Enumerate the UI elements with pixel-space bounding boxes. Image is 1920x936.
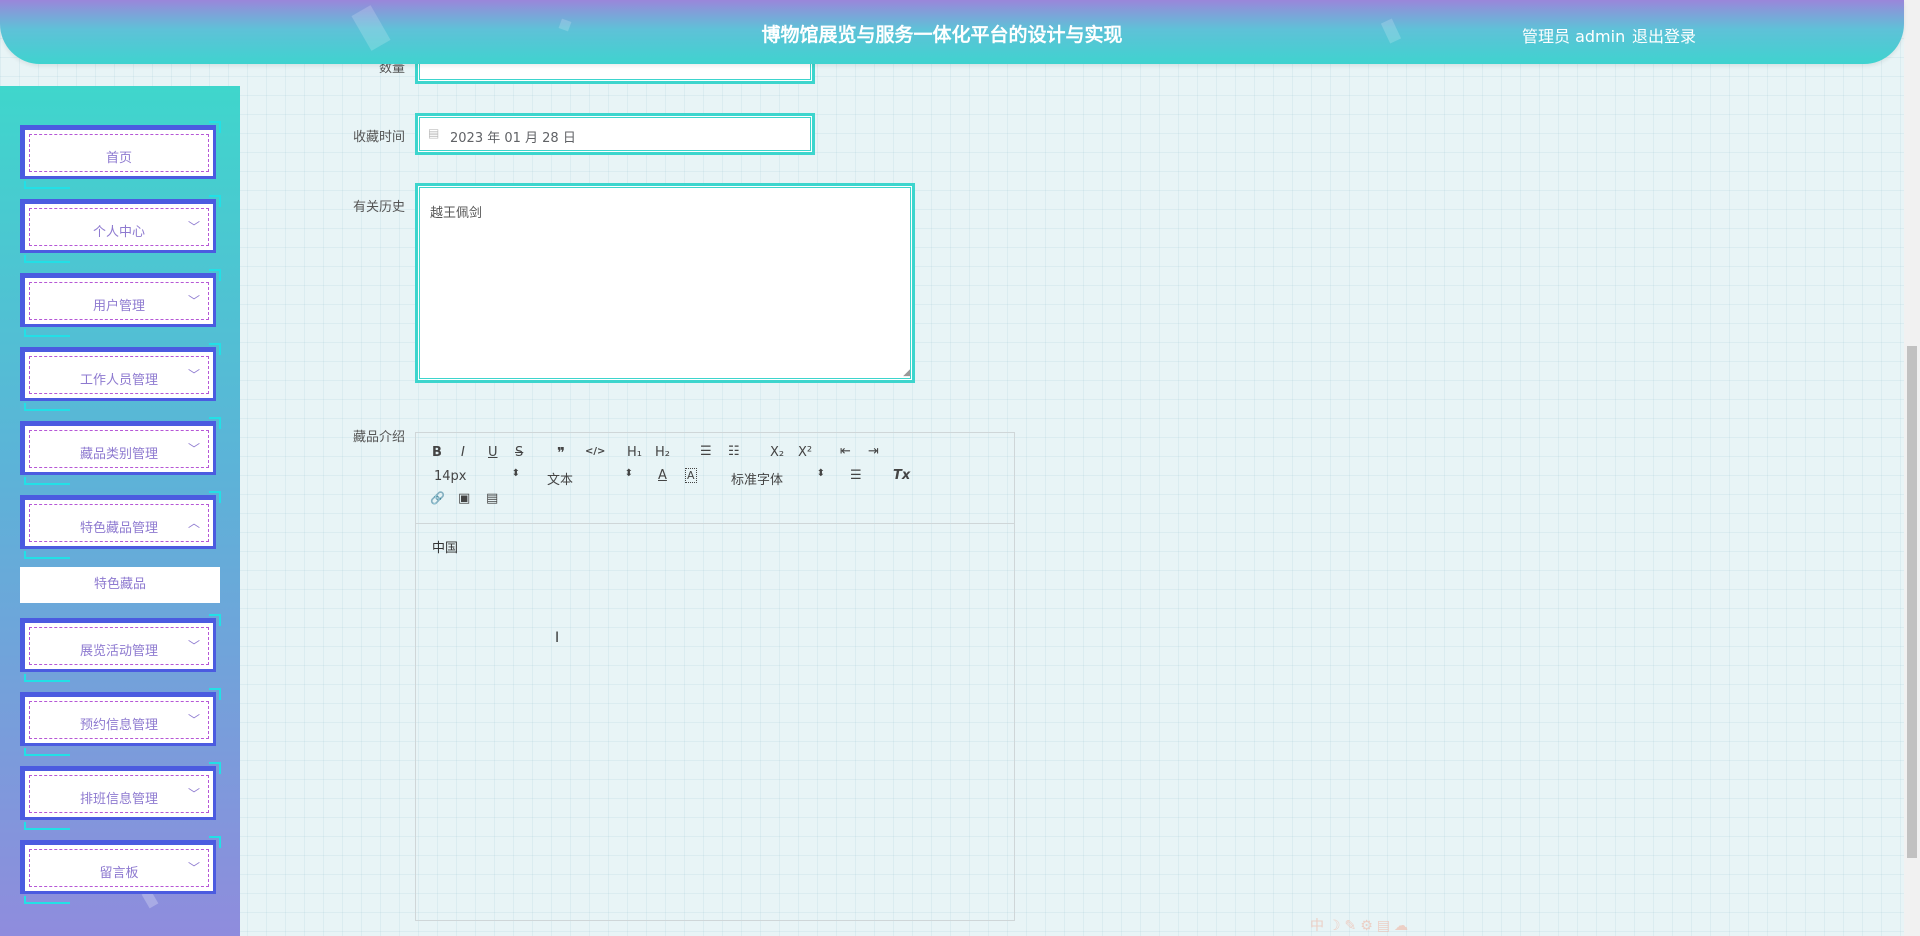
- ordered-list-icon[interactable]: ☰: [700, 444, 712, 459]
- h1-button[interactable]: H₁: [627, 445, 642, 460]
- current-user: 管理员 admin: [1522, 27, 1626, 46]
- collect-time-label: 收藏时间: [352, 130, 405, 145]
- rich-text-editor: B I U S ❞ </> H₁ H₂ ☰ ☷ X₂ X² ⇤ ⇥ 14px ⬍ …: [415, 432, 1015, 921]
- align-left-icon[interactable]: ☰: [850, 468, 862, 483]
- select-arrow-icon: ⬍: [624, 468, 633, 479]
- top-header: 博物馆展览与服务一体化平台的设计与实现 管理员 admin 退出登录: [0, 0, 1904, 64]
- video-icon[interactable]: ▤: [486, 491, 498, 506]
- sidebar-item-featured-collection[interactable]: 特色藏品管理 ︿: [20, 491, 221, 559]
- text-color-icon[interactable]: A: [658, 468, 667, 483]
- indent-icon[interactable]: ⇥: [868, 444, 879, 459]
- chevron-up-icon: ︿: [187, 516, 200, 530]
- superscript-button[interactable]: X²: [798, 445, 812, 460]
- image-icon[interactable]: ▣: [458, 491, 470, 506]
- sidebar-item-user-management[interactable]: 用户管理 ﹀: [20, 269, 221, 337]
- collect-time-value: 2023 年 01 月 28 日: [450, 131, 576, 146]
- bold-button[interactable]: B: [432, 445, 442, 460]
- sidebar-item-personal-center[interactable]: 个人中心 ﹀: [20, 195, 221, 263]
- sidebar-item-exhibition-management[interactable]: 展览活动管理 ﹀: [20, 614, 221, 682]
- header-select[interactable]: 文本 ⬍: [547, 468, 633, 488]
- text-cursor-icon: I: [555, 630, 560, 646]
- calendar-icon: ▤: [428, 126, 440, 140]
- chevron-down-icon: ﹀: [187, 861, 200, 875]
- resize-handle-icon[interactable]: ◢: [903, 368, 910, 378]
- history-label: 有关历史: [352, 200, 405, 215]
- chevron-down-icon: ﹀: [187, 787, 200, 801]
- chevron-down-icon: ﹀: [187, 639, 200, 653]
- chevron-down-icon: ﹀: [187, 294, 200, 308]
- history-textarea[interactable]: 越王佩剑 ◢: [415, 183, 915, 383]
- chevron-down-icon: ﹀: [187, 368, 200, 382]
- editor-content[interactable]: 中国: [432, 537, 458, 556]
- ime-toolbar-icon: 中☽✎⚙▤☁: [1310, 918, 1413, 934]
- chevron-down-icon: ﹀: [187, 220, 200, 234]
- underline-button[interactable]: U: [488, 445, 498, 460]
- logout-link[interactable]: 退出登录: [1632, 23, 1696, 47]
- history-value: 越王佩剑: [430, 206, 483, 221]
- quote-icon[interactable]: ❞: [557, 444, 565, 462]
- outdent-icon[interactable]: ⇤: [840, 444, 851, 459]
- sidebar-item-schedule-management[interactable]: 排班信息管理 ﹀: [20, 762, 221, 830]
- select-arrow-icon: ⬍: [816, 468, 825, 479]
- page-scrollbar[interactable]: [1904, 0, 1920, 936]
- clean-format-icon[interactable]: Tx: [893, 468, 910, 483]
- sidebar-item-staff-management[interactable]: 工作人员管理 ﹀: [20, 343, 221, 411]
- sidebar-subitem-featured[interactable]: 特色藏品: [20, 567, 220, 603]
- italic-button[interactable]: I: [461, 445, 465, 460]
- chevron-down-icon: ﹀: [187, 442, 200, 456]
- link-icon[interactable]: 🔗: [430, 491, 445, 505]
- strike-button[interactable]: S: [515, 445, 523, 460]
- h2-button[interactable]: H₂: [655, 445, 670, 460]
- sidebar-item-home[interactable]: 首页: [20, 121, 221, 189]
- bullet-list-icon[interactable]: ☷: [728, 444, 740, 459]
- sidebar-item-message-board[interactable]: 留言板 ﹀: [20, 836, 221, 904]
- chevron-down-icon: ﹀: [187, 713, 200, 727]
- intro-label: 藏品介绍: [352, 430, 405, 445]
- select-arrow-icon: ⬍: [511, 468, 520, 479]
- collect-time-picker[interactable]: ▤ 2023 年 01 月 28 日: [415, 113, 815, 155]
- sidebar-item-reservation-management[interactable]: 预约信息管理 ﹀: [20, 688, 221, 756]
- subscript-button[interactable]: X₂: [770, 445, 784, 460]
- font-family-select[interactable]: 标准字体 ⬍: [731, 468, 825, 488]
- editor-toolbar: B I U S ❞ </> H₁ H₂ ☰ ☷ X₂ X² ⇤ ⇥ 14px ⬍ …: [416, 433, 1014, 524]
- scrollbar-thumb[interactable]: [1907, 346, 1917, 858]
- code-icon[interactable]: </>: [585, 446, 605, 457]
- sidebar-item-label: 首页: [105, 151, 132, 166]
- sidebar-item-category-management[interactable]: 藏品类别管理 ﹀: [20, 417, 221, 485]
- background-color-icon[interactable]: A: [685, 468, 697, 483]
- font-size-select[interactable]: 14px ⬍: [434, 468, 520, 484]
